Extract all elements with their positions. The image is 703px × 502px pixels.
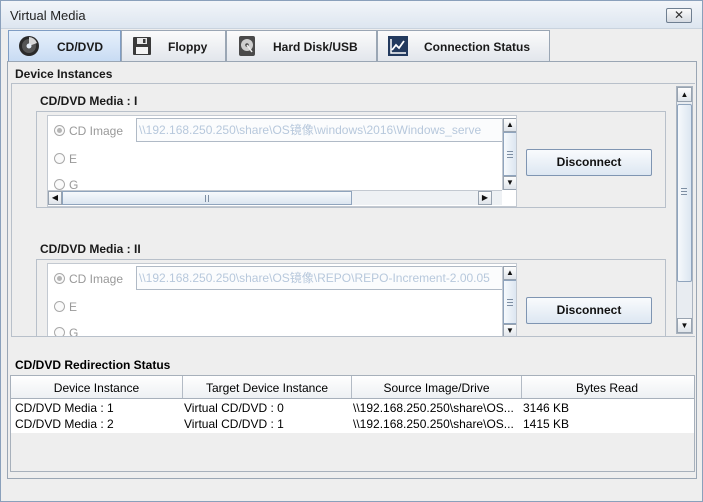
scroll-left-icon[interactable]: ◀ (48, 191, 62, 205)
device-instances-title: Device Instances (15, 67, 113, 81)
radio-drive-e[interactable]: E (54, 152, 77, 168)
list-horizontal-scrollbar[interactable]: ◀ ▶ (48, 190, 502, 205)
tab-bar: CD/DVD Floppy Hard Disk/USB Connection S… (8, 30, 698, 62)
radio-icon (54, 327, 65, 336)
media-frame-2: CD Image E G \\192.168.250.250\share\OS镜… (36, 259, 666, 337)
radio-drive-g[interactable]: G (54, 326, 79, 337)
radio-icon (54, 301, 65, 312)
redirection-status-title: CD/DVD Redirection Status (15, 358, 171, 372)
tab-label: Connection Status (424, 40, 531, 54)
table-cell: 3146 KB (523, 401, 570, 415)
scroll-up-icon[interactable]: ▲ (503, 266, 516, 280)
radio-cd-image[interactable]: CD Image (54, 272, 123, 288)
scroll-thumb[interactable] (62, 191, 352, 205)
radio-label: CD Image (69, 272, 124, 286)
redirection-status-table: Device Instance Target Device Instance S… (10, 375, 695, 472)
radio-selected-icon (54, 273, 65, 284)
tab-cd-dvd[interactable]: CD/DVD (8, 30, 121, 62)
table-cell: \\192.168.250.250\share\OS... (353, 401, 514, 415)
table-cell: CD/DVD Media : 2 (15, 417, 114, 431)
radio-label: G (69, 326, 79, 337)
column-header[interactable]: Device Instance (11, 376, 183, 398)
device-instances-box: CD/DVD Media : I CD Image E G \\192.168.… (11, 83, 695, 337)
radio-selected-icon (54, 125, 65, 136)
radio-icon (54, 179, 65, 190)
table-cell: 1415 KB (523, 417, 570, 431)
table-cell: Virtual CD/DVD : 0 (184, 401, 284, 415)
cd-icon (19, 36, 39, 56)
scroll-thumb[interactable] (503, 280, 516, 324)
title-bar: Virtual Media ✕ (1, 1, 702, 29)
radio-icon (54, 153, 65, 164)
scroll-up-icon[interactable]: ▲ (503, 118, 516, 132)
tab-floppy[interactable]: Floppy (121, 30, 226, 61)
table-header: Device Instance Target Device Instance S… (11, 376, 694, 399)
radio-label: CD Image (69, 124, 124, 138)
list-vertical-scrollbar[interactable]: ▲ ▼ (502, 266, 516, 336)
radio-label: E (69, 152, 78, 166)
radio-drive-e[interactable]: E (54, 300, 77, 316)
scroll-down-icon[interactable]: ▼ (677, 318, 692, 333)
window-title: Virtual Media (10, 8, 86, 23)
table-cell: CD/DVD Media : 1 (15, 401, 114, 415)
tab-label: Floppy (168, 40, 208, 54)
column-header[interactable]: Target Device Instance (183, 376, 352, 398)
tab-hard-disk-usb[interactable]: Hard Disk/USB (226, 30, 377, 61)
tab-label: CD/DVD (57, 40, 104, 54)
close-icon[interactable]: ✕ (666, 8, 692, 23)
chart-icon (388, 36, 408, 56)
media-title-1: CD/DVD Media : I (40, 94, 138, 108)
table-cell: Virtual CD/DVD : 1 (184, 417, 284, 431)
tab-label: Hard Disk/USB (273, 40, 358, 54)
media-title-2: CD/DVD Media : II (40, 242, 141, 256)
hard-disk-icon (239, 36, 255, 56)
disconnect-button-2[interactable]: Disconnect (526, 297, 652, 324)
scroll-down-icon[interactable]: ▼ (503, 176, 516, 190)
drive-options-list: CD Image E G \\192.168.250.250\share\OS镜… (47, 263, 517, 337)
scroll-down-icon[interactable]: ▼ (503, 324, 516, 336)
radio-label: E (69, 300, 78, 314)
column-header[interactable]: Bytes Read (522, 376, 692, 398)
virtual-media-window: Virtual Media ✕ CD/DVD Floppy Hard Disk/… (0, 0, 703, 502)
scroll-up-icon[interactable]: ▲ (677, 87, 692, 102)
table-cell: \\192.168.250.250\share\OS... (353, 417, 514, 431)
device-list-vertical-scrollbar[interactable]: ▲ ▼ (676, 86, 693, 334)
list-vertical-scrollbar[interactable]: ▲ ▼ (502, 118, 516, 190)
scroll-thumb[interactable] (677, 104, 692, 282)
scroll-thumb[interactable] (503, 132, 516, 176)
radio-cd-image[interactable]: CD Image (54, 124, 123, 140)
disconnect-button-1[interactable]: Disconnect (526, 149, 652, 176)
image-path-input[interactable]: \\192.168.250.250\share\OS镜像\windows\201… (136, 118, 504, 142)
floppy-icon (133, 37, 151, 55)
tab-connection-status[interactable]: Connection Status (377, 30, 550, 61)
column-header[interactable]: Source Image/Drive (352, 376, 522, 398)
scroll-right-icon[interactable]: ▶ (478, 191, 492, 205)
table-body: CD/DVD Media : 1 Virtual CD/DVD : 0 \\19… (11, 399, 694, 433)
media-frame-1: CD Image E G \\192.168.250.250\share\OS镜… (36, 111, 666, 208)
drive-options-list: CD Image E G \\192.168.250.250\share\OS镜… (47, 115, 517, 207)
image-path-input[interactable]: \\192.168.250.250\share\OS镜像\REPO\REPO-I… (136, 266, 504, 290)
